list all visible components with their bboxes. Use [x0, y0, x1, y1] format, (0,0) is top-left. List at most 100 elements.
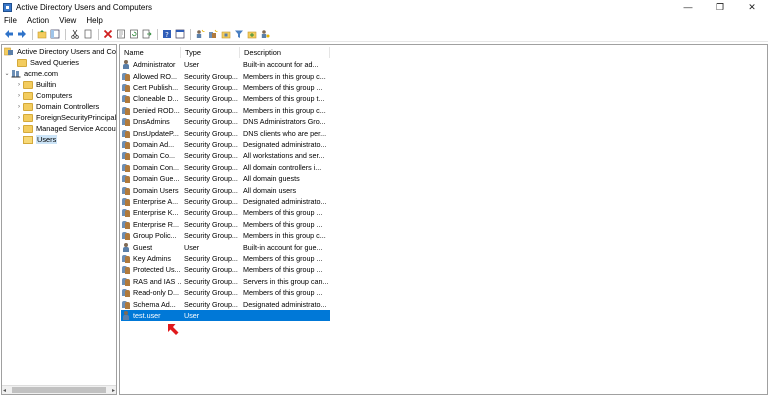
table-row[interactable]: Allowed RO... Security Group... Members in… — [121, 70, 330, 81]
tree-item-acme-com[interactable]: ⌄ acme.com — [3, 68, 58, 79]
row-name-text: Administrator — [133, 60, 176, 70]
table-row[interactable]: Enterprise K... Security Group... Members … — [121, 207, 330, 218]
menu-file[interactable]: File — [4, 16, 17, 25]
tree-item-users[interactable]: Users — [15, 134, 58, 145]
export-icon[interactable] — [141, 29, 152, 40]
cell-name: Key Admins — [121, 254, 181, 263]
table-row[interactable]: Cert Publish... Security Group... Members … — [121, 82, 330, 93]
table-row[interactable]: Schema Ad... Security Group... Designated … — [121, 298, 330, 309]
column-header-description[interactable]: Description — [240, 47, 330, 58]
add-to-group-icon[interactable] — [246, 29, 257, 40]
table-row[interactable]: Protected Us... Security Group... Members … — [121, 264, 330, 275]
table-row[interactable]: Domain Co... Security Group... All worksta… — [121, 150, 330, 161]
tree-item-label: Users — [36, 135, 58, 144]
cell-name: Schema Ad... — [121, 300, 181, 309]
row-name-text: Enterprise K... — [133, 208, 179, 218]
delegate-icon[interactable] — [259, 29, 270, 40]
delete-icon[interactable] — [102, 29, 113, 40]
refresh-icon[interactable] — [128, 29, 139, 40]
table-row[interactable]: Group Polic... Security Group... Members i… — [121, 230, 330, 241]
expand-icon[interactable]: › — [15, 104, 23, 110]
column-header-type[interactable]: Type — [181, 47, 240, 58]
show-tree-icon[interactable] — [49, 29, 60, 40]
table-row[interactable]: Guest User Built-in account for gue... — [121, 241, 330, 252]
tree-item-domain-controllers[interactable]: › Domain Controllers — [15, 101, 99, 112]
table-row[interactable]: Domain Ad... Security Group... Designated … — [121, 139, 330, 150]
new-user-icon[interactable] — [194, 29, 205, 40]
group-icon — [122, 83, 131, 92]
column-header-name[interactable]: Name — [120, 47, 181, 58]
table-row[interactable]: DnsAdmins Security Group... DNS Administra… — [121, 116, 330, 127]
console-icon[interactable] — [174, 29, 185, 40]
expand-icon[interactable]: › — [15, 115, 23, 121]
folder-icon — [23, 124, 33, 133]
expand-icon[interactable]: › — [15, 93, 23, 99]
tree-item-computers[interactable]: › Computers — [15, 90, 72, 101]
expand-icon[interactable]: › — [15, 82, 23, 88]
collapse-icon[interactable]: ⌄ — [3, 70, 11, 77]
cell-description: All domain users — [243, 185, 297, 195]
scroll-right-icon[interactable]: ▸ — [112, 387, 115, 394]
table-row[interactable]: Key Admins Security Group... Members of th… — [121, 253, 330, 264]
scroll-left-icon[interactable]: ◂ — [3, 387, 6, 394]
row-name-text: test.user — [133, 310, 161, 320]
tree-item-label: acme.com — [24, 69, 59, 78]
cell-description: Members of this group ... — [243, 219, 323, 229]
table-row[interactable]: Read-only D... Security Group... Members o… — [121, 287, 330, 298]
new-group-icon[interactable] — [207, 29, 218, 40]
group-icon — [122, 117, 131, 127]
close-button[interactable]: ✕ — [736, 0, 768, 14]
group-icon — [122, 106, 131, 115]
table-row[interactable]: Enterprise R... Security Group... Members … — [121, 219, 330, 230]
tree-root[interactable]: Active Directory Users and Com — [4, 46, 116, 57]
filter-icon[interactable] — [233, 29, 244, 40]
back-icon[interactable] — [3, 29, 14, 40]
scrollbar-thumb[interactable] — [12, 387, 106, 393]
copy-icon[interactable] — [82, 29, 93, 40]
menu-action[interactable]: Action — [27, 16, 49, 25]
tree-item-foreign-security-principals[interactable]: › ForeignSecurityPrincipals — [15, 112, 116, 123]
help-icon[interactable]: ? — [161, 29, 172, 40]
cell-type: Security Group... — [184, 117, 238, 127]
table-row[interactable]: Domain Con... Security Group... All domain… — [121, 162, 330, 173]
cell-type: Security Group... — [184, 276, 238, 286]
table-row[interactable]: DnsUpdateP... Security Group... DNS client… — [121, 127, 330, 138]
cell-type: Security Group... — [184, 253, 238, 263]
details-list[interactable]: Name Type Description Administrator User B… — [119, 44, 768, 395]
up-folder-icon[interactable] — [36, 29, 47, 40]
tree-item-builtin[interactable]: › Builtin — [15, 79, 56, 90]
tree-horizontal-scrollbar[interactable]: ◂ ▸ — [2, 385, 116, 394]
table-row[interactable]: Denied ROD... Security Group... Members in… — [121, 105, 330, 116]
maximize-button[interactable]: ❐ — [704, 0, 736, 14]
toolbar-separator — [157, 28, 158, 40]
tree-item-label: Saved Queries — [30, 58, 79, 67]
table-row[interactable]: Domain Gue... Security Group... All domain… — [121, 173, 330, 184]
table-row[interactable]: Domain Users Security Group... All domain … — [121, 184, 330, 195]
group-icon — [122, 208, 131, 218]
menu-view[interactable]: View — [59, 16, 76, 25]
forward-icon[interactable] — [16, 29, 27, 40]
cut-icon[interactable] — [69, 29, 80, 40]
table-row[interactable]: Cloneable D... Security Group... Members o… — [121, 93, 330, 104]
minimize-button[interactable]: — — [672, 0, 704, 14]
cell-description: Built-in account for gue... — [243, 242, 323, 252]
tree-item-managed-service-accounts[interactable]: › Managed Service Accour — [15, 123, 117, 134]
cell-name: Guest — [121, 242, 181, 252]
table-row[interactable]: RAS and IAS ... Security Group... Servers … — [121, 276, 330, 287]
table-row[interactable]: test.user User — [121, 309, 330, 322]
console-tree[interactable]: Active Directory Users and Com Saved Que… — [1, 44, 117, 395]
expand-icon[interactable]: › — [15, 126, 23, 132]
properties-icon[interactable] — [115, 29, 126, 40]
cell-type: User — [184, 242, 200, 252]
table-row[interactable]: Enterprise A... Security Group... Designat… — [121, 196, 330, 207]
user-icon — [122, 60, 131, 70]
cell-name: Cloneable D... — [121, 94, 181, 104]
title-bar: Active Directory Users and Computers — ❐… — [0, 0, 768, 14]
tree-item-saved-queries[interactable]: Saved Queries — [9, 57, 79, 68]
table-row[interactable]: Administrator User Built-in account for ad… — [121, 59, 330, 70]
new-ou-icon[interactable] — [220, 29, 231, 40]
cell-name: Enterprise K... — [121, 208, 181, 218]
menu-help[interactable]: Help — [86, 16, 102, 25]
row-name-text: Guest — [133, 242, 153, 252]
tree-item-label: Managed Service Accour — [36, 124, 117, 133]
